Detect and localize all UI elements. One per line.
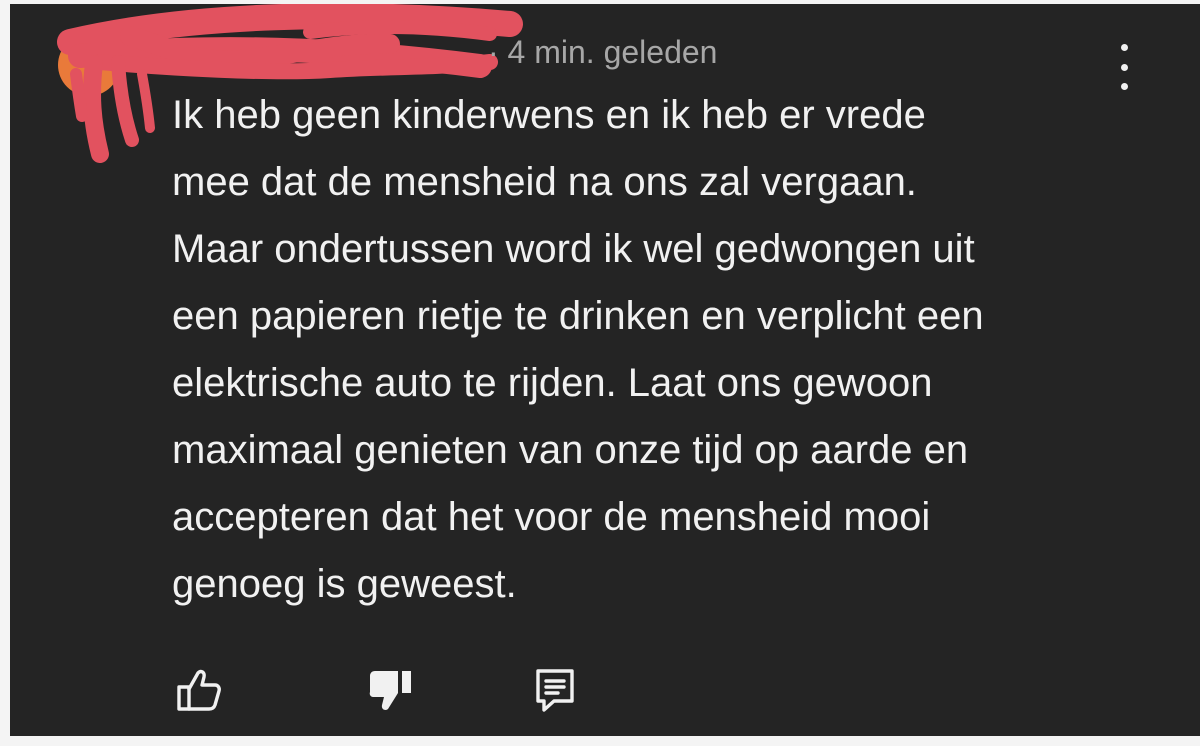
comment-line: accepteren dat het voor de mensheid mooi [172, 495, 931, 539]
comment-text: Ik heb geen kinderwens en ik heb er vred… [172, 82, 1132, 618]
comment-timestamp: · 4 min. geleden [488, 34, 718, 70]
comment-line: genoeg is geweest. [172, 562, 517, 606]
comment-line: mee dat de mensheid na ons zal vergaan. [172, 160, 917, 204]
thumbs-down-icon [369, 671, 411, 710]
menu-dot [1120, 44, 1128, 51]
comment-line: elektrische auto te rijden. Laat ons gew… [172, 361, 933, 405]
reply-comment-icon [536, 669, 574, 712]
like-button[interactable] [172, 666, 226, 714]
comment-line: een papieren rietje te drinken en verpli… [172, 294, 984, 338]
comment-line: maximaal genieten van onze tijd op aarde… [172, 428, 969, 472]
comment-line: Ik heb geen kinderwens en ik heb er vred… [172, 93, 926, 137]
menu-dot [1120, 63, 1128, 71]
comment-line: Maar ondertussen word ik wel gedwongen u… [172, 227, 975, 271]
dislike-button[interactable] [364, 666, 418, 714]
reply-button[interactable] [528, 666, 582, 714]
thumbs-up-icon [177, 669, 221, 711]
comment-card: · 4 min. geleden Ik heb geen kinderwens … [10, 4, 1200, 736]
